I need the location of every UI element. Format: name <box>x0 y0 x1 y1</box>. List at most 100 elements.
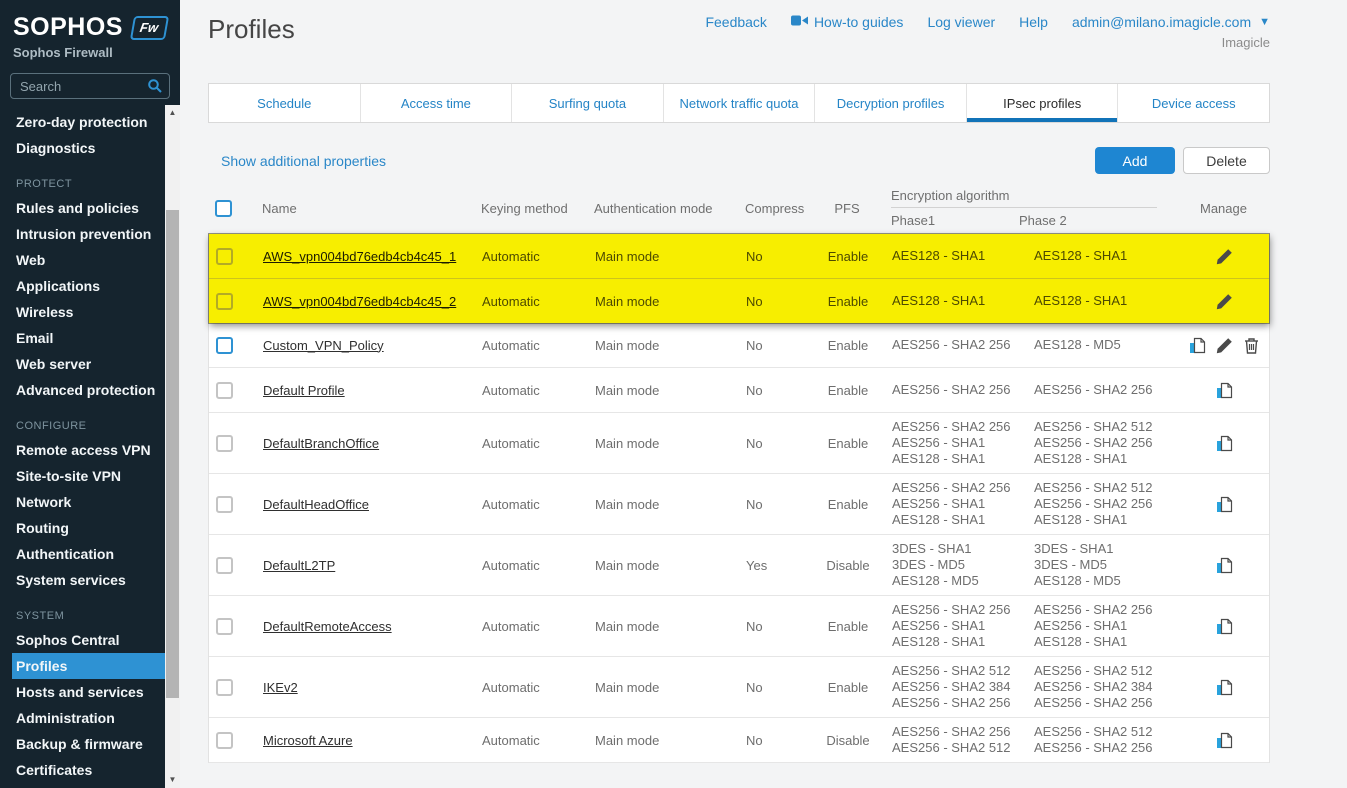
copy-icon[interactable] <box>1216 618 1233 635</box>
tab-network-traffic-quota[interactable]: Network traffic quota <box>664 84 816 122</box>
account-menu[interactable]: admin@milano.imagicle.com ▼ <box>1072 14 1270 30</box>
profile-name-link[interactable]: DefaultRemoteAccess <box>263 619 392 634</box>
search-icon[interactable] <box>147 78 163 99</box>
sidebar-item-administration[interactable]: Administration <box>12 705 165 731</box>
copy-icon[interactable] <box>1216 382 1233 399</box>
profile-name-link[interactable]: DefaultHeadOffice <box>263 497 369 512</box>
edit-icon[interactable] <box>1216 248 1233 265</box>
row-checkbox[interactable] <box>216 248 233 265</box>
sidebar-item-remote-access-vpn[interactable]: Remote access VPN <box>12 437 165 463</box>
sidebar-item-site-to-site-vpn[interactable]: Site-to-site VPN <box>12 463 165 489</box>
sidebar-item-wireless[interactable]: Wireless <box>12 299 165 325</box>
copy-icon[interactable] <box>1216 732 1233 749</box>
table-row: DefaultL2TPAutomaticMain modeYesDisable3… <box>209 535 1269 596</box>
row-checkbox[interactable] <box>216 496 233 513</box>
cell-phase2: AES256 - SHA2 512AES256 - SHA2 256AES128… <box>1023 474 1178 534</box>
copy-icon[interactable] <box>1189 337 1206 354</box>
how-to-guides-link[interactable]: How-to guides <box>791 14 904 30</box>
profile-name-link[interactable]: Microsoft Azure <box>263 733 353 748</box>
profile-name-link[interactable]: DefaultL2TP <box>263 558 335 573</box>
copy-icon[interactable] <box>1216 679 1233 696</box>
cell-phase2: AES256 - SHA2 256AES256 - SHA1AES128 - S… <box>1023 596 1178 656</box>
profile-name-link[interactable]: Custom_VPN_Policy <box>263 338 384 353</box>
sidebar-item-certificates[interactable]: Certificates <box>12 757 165 783</box>
sidebar-scrollbar[interactable]: ▲ ▼ <box>165 105 180 788</box>
row-checkbox[interactable] <box>216 435 233 452</box>
table-row: Default ProfileAutomaticMain modeNoEnabl… <box>209 368 1269 413</box>
sidebar-item-system-services[interactable]: System services <box>12 567 165 593</box>
add-button[interactable]: Add <box>1095 147 1175 174</box>
scroll-up-icon[interactable]: ▲ <box>165 105 180 121</box>
sidebar-item-email[interactable]: Email <box>12 325 165 351</box>
delete-button[interactable]: Delete <box>1183 147 1270 174</box>
column-header-authentication-mode: Authentication mode <box>582 182 732 234</box>
copy-icon[interactable] <box>1216 496 1233 513</box>
tab-access-time[interactable]: Access time <box>361 84 513 122</box>
delete-icon[interactable] <box>1243 337 1260 354</box>
show-additional-properties-link[interactable]: Show additional properties <box>221 153 386 169</box>
scroll-down-icon[interactable]: ▼ <box>165 772 180 788</box>
sidebar-item-web[interactable]: Web <box>12 247 165 273</box>
sidebar-item-hosts-and-services[interactable]: Hosts and services <box>12 679 165 705</box>
cell-keying: Automatic <box>471 279 583 323</box>
tab-ipsec-profiles[interactable]: IPsec profiles <box>967 84 1119 122</box>
table-row: AWS_vpn004bd76edb4cb4c45_1AutomaticMain … <box>209 234 1269 279</box>
column-header-phase1: Phase1 <box>877 213 1008 228</box>
tab-device-access[interactable]: Device access <box>1118 84 1269 122</box>
sidebar-item-backup-firmware[interactable]: Backup & firmware <box>12 731 165 757</box>
sidebar-item-zero-day-protection[interactable]: Zero-day protection <box>12 109 165 135</box>
profile-name-link[interactable]: DefaultBranchOffice <box>263 436 379 451</box>
row-checkbox[interactable] <box>216 382 233 399</box>
table-row: Microsoft AzureAutomaticMain modeNoDisab… <box>209 718 1269 763</box>
sidebar-item-intrusion-prevention[interactable]: Intrusion prevention <box>12 221 165 247</box>
row-checkbox[interactable] <box>216 557 233 574</box>
profile-name-link[interactable]: Default Profile <box>263 383 345 398</box>
sidebar-item-sophos-central[interactable]: Sophos Central <box>12 627 165 653</box>
row-checkbox[interactable] <box>216 337 233 354</box>
select-all-checkbox[interactable] <box>215 200 232 217</box>
scrollbar-thumb[interactable] <box>166 210 179 698</box>
row-checkbox[interactable] <box>216 679 233 696</box>
help-link[interactable]: Help <box>1019 14 1048 30</box>
sidebar-item-routing[interactable]: Routing <box>12 515 165 541</box>
row-checkbox[interactable] <box>216 293 233 310</box>
sidebar-item-network[interactable]: Network <box>12 489 165 515</box>
column-header-manage: Manage <box>1177 182 1270 234</box>
cell-phase2: AES256 - SHA2 512AES256 - SHA2 256AES128… <box>1023 413 1178 473</box>
edit-icon[interactable] <box>1216 337 1233 354</box>
sidebar: SOPHOS Fw Sophos Firewall Zero-day prote… <box>0 0 180 788</box>
sidebar-item-advanced-protection[interactable]: Advanced protection <box>12 377 165 403</box>
search-input[interactable] <box>10 73 170 99</box>
sidebar-item-profiles[interactable]: Profiles <box>12 653 165 679</box>
tab-decryption-profiles[interactable]: Decryption profiles <box>815 84 967 122</box>
sidebar-section-configure: CONFIGURE <box>12 417 165 435</box>
cell-auth: Main mode <box>583 718 733 762</box>
cell-phase1: AES256 - SHA2 256 <box>878 323 1023 367</box>
cell-pfs: Enable <box>818 234 878 278</box>
row-checkbox[interactable] <box>216 732 233 749</box>
tab-schedule[interactable]: Schedule <box>209 84 361 122</box>
log-viewer-link[interactable]: Log viewer <box>927 14 995 30</box>
column-header-name: Name <box>250 182 470 234</box>
row-checkbox[interactable] <box>216 618 233 635</box>
cell-keying: Automatic <box>471 665 583 709</box>
feedback-link[interactable]: Feedback <box>705 14 766 30</box>
video-camera-icon <box>791 14 808 30</box>
sidebar-item-rules-and-policies[interactable]: Rules and policies <box>12 195 165 221</box>
sidebar-item-diagnostics[interactable]: Diagnostics <box>12 135 165 161</box>
highlighted-rows-group: AWS_vpn004bd76edb4cb4c45_1AutomaticMain … <box>209 234 1269 323</box>
copy-icon[interactable] <box>1216 557 1233 574</box>
sidebar-section-system: SYSTEM <box>12 607 165 625</box>
sidebar-item-authentication[interactable]: Authentication <box>12 541 165 567</box>
tab-surfing-quota[interactable]: Surfing quota <box>512 84 664 122</box>
profile-name-link[interactable]: IKEv2 <box>263 680 298 695</box>
sidebar-section-protect: PROTECT <box>12 175 165 193</box>
cell-manage <box>1178 368 1271 412</box>
cell-compress: Yes <box>733 543 818 587</box>
copy-icon[interactable] <box>1216 435 1233 452</box>
profile-name-link[interactable]: AWS_vpn004bd76edb4cb4c45_2 <box>263 294 456 309</box>
sidebar-item-applications[interactable]: Applications <box>12 273 165 299</box>
profile-name-link[interactable]: AWS_vpn004bd76edb4cb4c45_1 <box>263 249 456 264</box>
edit-icon[interactable] <box>1216 293 1233 310</box>
sidebar-item-web-server[interactable]: Web server <box>12 351 165 377</box>
